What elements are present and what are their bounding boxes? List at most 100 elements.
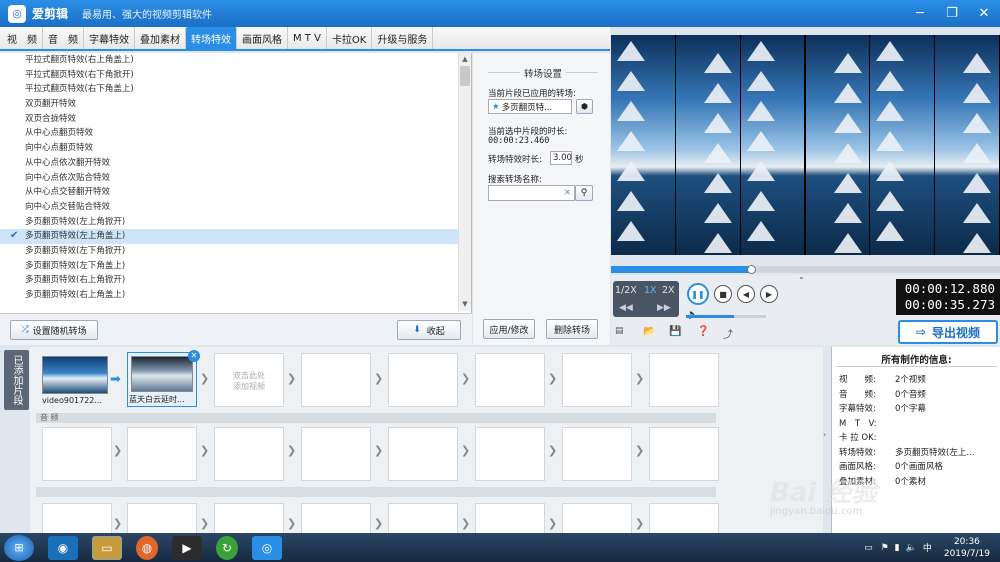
empty-clip-slot[interactable]	[649, 353, 719, 407]
tab-1[interactable]: 音 频	[43, 27, 84, 49]
next-frame-button[interactable]: ▶	[760, 285, 778, 303]
speed-half[interactable]: 1/2X	[615, 285, 637, 296]
tab-2[interactable]: 字幕特效	[84, 27, 135, 49]
empty-clip-slot[interactable]	[214, 503, 284, 533]
empty-clip-slot[interactable]	[301, 503, 371, 533]
transition-detail-button[interactable]: ⬢	[576, 99, 593, 114]
scroll-up-icon[interactable]: ▲	[459, 53, 471, 66]
tab-0[interactable]: 视 频	[2, 27, 43, 49]
transition-list-item[interactable]: 向中心点交替贴合特效	[0, 200, 458, 215]
stop-button[interactable]: ■	[714, 285, 732, 303]
clip-thumbnail[interactable]	[131, 356, 193, 392]
transition-list-item[interactable]: 从中心点依次翻开特效	[0, 156, 458, 171]
volume-slider[interactable]	[686, 315, 766, 318]
empty-clip-slot[interactable]	[649, 427, 719, 481]
transition-list-item[interactable]: 从中心点交替翻开特效	[0, 185, 458, 200]
network-icon[interactable]: ▮	[895, 543, 900, 553]
empty-clip-slot[interactable]	[475, 353, 545, 407]
help-icon[interactable]: ❓	[697, 326, 709, 337]
open-folder-icon[interactable]: 📂	[643, 326, 655, 337]
scroll-thumb[interactable]	[460, 66, 470, 86]
speed-normal[interactable]: 1X	[644, 285, 657, 296]
rewind-icon[interactable]: ◀◀	[619, 303, 633, 313]
firefox-icon[interactable]: ◍	[136, 535, 158, 560]
seek-bar[interactable]	[611, 265, 1000, 274]
transition-list-item[interactable]: 平拉式翻页特效(右下角盖上)	[0, 82, 458, 97]
new-project-icon[interactable]: ▤	[615, 326, 624, 336]
transition-list-item[interactable]: ✔ 多页翻页特效(左上角盖上)	[0, 229, 458, 244]
transition-list-item[interactable]: 多页翻页特效(左下角掀开)	[0, 244, 458, 259]
empty-clip-slot[interactable]	[127, 503, 197, 533]
tab-3[interactable]: 叠加素材	[135, 27, 186, 49]
delete-transition-button[interactable]: 删除转场	[546, 319, 598, 339]
close-icon[interactable]: ✕	[968, 0, 1000, 27]
empty-clip-slot[interactable]	[649, 503, 719, 533]
tab-5[interactable]: 画面风格	[237, 27, 288, 49]
info-collapse-icon[interactable]: ›	[823, 430, 831, 450]
fast-forward-icon[interactable]: ▶▶	[657, 303, 671, 313]
empty-clip-slot[interactable]	[127, 427, 197, 481]
transition-list-item[interactable]: 多页翻页特效(左上角掀开)	[0, 215, 458, 230]
save-icon[interactable]: 💾	[669, 326, 681, 337]
tab-6[interactable]: M T V	[288, 27, 327, 49]
expand-icon[interactable]: ⌄	[798, 272, 805, 281]
speaker-icon[interactable]: 🔈	[906, 543, 917, 553]
empty-clip-slot[interactable]	[301, 427, 371, 481]
transition-list-item[interactable]: 从中心点翻页特效	[0, 126, 458, 141]
media-player-icon[interactable]: ◉	[48, 535, 78, 560]
scroll-down-icon[interactable]: ▼	[459, 298, 471, 311]
apply-transition-button[interactable]: 应用/修改	[483, 319, 535, 339]
minimize-icon[interactable]: ─	[904, 0, 936, 27]
transition-list-item[interactable]: 多页翻页特效(左下角盖上)	[0, 259, 458, 274]
empty-clip-slot[interactable]	[475, 427, 545, 481]
effect-duration-input[interactable]: 3.00	[550, 151, 572, 165]
transition-list-item[interactable]: 向中心点翻页特效	[0, 141, 458, 156]
share-icon[interactable]: ⤴	[723, 326, 733, 341]
clip-thumbnail[interactable]	[42, 356, 108, 394]
export-video-button[interactable]: ⇨ 导出视频	[898, 320, 998, 344]
collapse-button[interactable]: ⬇ 收起	[397, 320, 461, 340]
pause-button[interactable]: ❚❚	[687, 283, 709, 305]
aijianji-taskbar-icon[interactable]: ◎	[252, 535, 282, 560]
prev-frame-button[interactable]: ◀	[737, 285, 755, 303]
transition-list-item[interactable]: 平拉式翻页特效(右上角盖上)	[0, 53, 458, 68]
maximize-icon[interactable]: ❐	[936, 0, 968, 27]
empty-clip-slot[interactable]	[301, 353, 371, 407]
transition-list-item[interactable]: 向中心点依次贴合特效	[0, 171, 458, 186]
empty-clip-slot[interactable]	[562, 353, 632, 407]
clear-icon[interactable]: ✕	[564, 188, 571, 198]
empty-clip-slot[interactable]: 双击此处 添加视频	[214, 353, 284, 407]
added-clips-tab[interactable]: 已添加片段	[4, 350, 29, 410]
empty-clip-slot[interactable]	[214, 427, 284, 481]
empty-clip-slot[interactable]	[475, 503, 545, 533]
video-app-icon[interactable]: ▶	[172, 535, 202, 560]
search-button[interactable]: ⚲	[575, 185, 593, 201]
speed-double[interactable]: 2X	[662, 285, 675, 296]
tab-4[interactable]: 转场特效	[186, 27, 237, 49]
empty-clip-slot[interactable]	[388, 353, 458, 407]
start-button[interactable]: ⊞	[4, 534, 34, 561]
input-method-icon[interactable]: 中	[923, 541, 932, 554]
file-explorer-icon[interactable]: ▭	[92, 535, 122, 560]
empty-clip-slot[interactable]	[42, 503, 112, 533]
search-input[interactable]: ✕	[488, 185, 575, 201]
tab-8[interactable]: 升级与服务	[372, 27, 434, 49]
seek-handle[interactable]	[747, 265, 757, 274]
keyboard-icon[interactable]: ▭	[864, 543, 873, 553]
flag-icon[interactable]: ⚑	[881, 543, 889, 553]
empty-clip-slot[interactable]	[42, 427, 112, 481]
transition-list-item[interactable]: 双页翻开特效	[0, 97, 458, 112]
transition-list-item[interactable]: 多页翻页特效(右上角掀开)	[0, 273, 458, 288]
video-preview[interactable]	[611, 35, 1000, 255]
taskbar-clock[interactable]: 20:36 2019/7/19	[944, 536, 990, 560]
transition-list-item[interactable]: 平拉式翻页特效(右下角掀开)	[0, 68, 458, 83]
random-transition-button[interactable]: ⤮ 设置随机转场	[10, 320, 98, 340]
list-scrollbar[interactable]: ▲ ▼	[458, 53, 471, 311]
transition-list-item[interactable]: 多页翻页特效(右上角盖上)	[0, 288, 458, 303]
empty-clip-slot[interactable]	[562, 427, 632, 481]
transition-list-item[interactable]: 双页合拢特效	[0, 112, 458, 127]
empty-clip-slot[interactable]	[388, 427, 458, 481]
empty-clip-slot[interactable]	[562, 503, 632, 533]
tab-7[interactable]: 卡拉OK	[327, 27, 373, 49]
remove-clip-icon[interactable]: ✕	[188, 350, 200, 362]
